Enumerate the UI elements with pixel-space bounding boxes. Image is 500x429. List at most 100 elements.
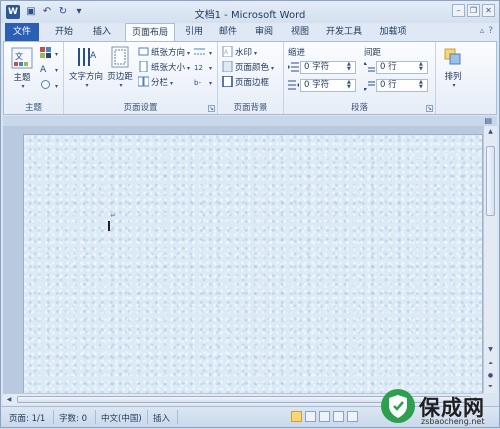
minimize-icon[interactable]: –	[452, 4, 465, 17]
spacing-before-field[interactable]: 0 行 ▲ ▼	[376, 61, 428, 74]
group-page-setup: A 文字方向 ▾ 页边距 ▾ 纸张方向 ▾ 纸张大小 ▾ 分栏 ▾ ▾ 12 ▾…	[64, 42, 218, 114]
spacing-after-icon	[364, 81, 375, 91]
group-paragraph-label: 段落	[350, 103, 368, 113]
help-icon[interactable]: ?	[488, 26, 493, 36]
hyphenation-icon: b-	[194, 79, 201, 87]
page-color-icon	[222, 61, 233, 72]
web-layout-icon[interactable]	[319, 411, 330, 422]
vertical-scrollbar[interactable]: ▲ ▼ ⏶ ● ⏷	[483, 126, 497, 393]
svg-text:文: 文	[15, 51, 23, 61]
theme-fonts-icon: A	[40, 65, 47, 74]
status-separator	[177, 410, 178, 424]
tab-home[interactable]: 开始	[47, 23, 81, 41]
scroll-up-icon[interactable]: ▲	[484, 126, 497, 138]
ruler-toggle-icon[interactable]: ▤	[484, 116, 492, 125]
tab-references[interactable]: 引用	[179, 23, 209, 41]
status-page[interactable]: 页面: 1/1	[9, 412, 45, 424]
text-direction-button[interactable]: A 文字方向 ▾	[68, 46, 104, 89]
minimize-ribbon-icon[interactable]: ▵	[480, 26, 485, 36]
indent-right-spinner-icon[interactable]: ▲ ▼	[347, 80, 354, 90]
indent-right-field[interactable]: 0 字符 ▲ ▼	[300, 79, 356, 92]
window-title: 文档1 - Microsoft Word	[194, 10, 306, 21]
text-direction-icon: A	[78, 48, 97, 66]
themes-icon: 文	[11, 47, 33, 69]
margins-label: 页边距	[107, 72, 133, 82]
status-insert-mode[interactable]: 插入	[153, 412, 170, 424]
close-icon[interactable]: ✕	[482, 4, 495, 17]
vertical-scroll-thumb[interactable]	[486, 146, 495, 216]
themes-dropdown-icon: ▾	[21, 83, 25, 90]
size-button[interactable]: 纸张大小 ▾	[138, 61, 190, 74]
arrange-dropdown-icon: ▾	[452, 82, 456, 89]
document-page[interactable]: ↵	[23, 134, 483, 393]
theme-fonts-button[interactable]: A ▾	[40, 63, 58, 76]
theme-effects-button[interactable]: ▾	[40, 79, 58, 92]
tab-developer[interactable]: 开发工具	[321, 23, 367, 41]
arrange-icon	[444, 48, 461, 65]
hyphenation-button[interactable]: b- ▾	[194, 76, 212, 89]
columns-button[interactable]: 分栏 ▾	[138, 76, 173, 89]
full-screen-reading-icon[interactable]	[305, 411, 316, 422]
paragraph-launcher-icon[interactable]: ↘	[426, 105, 433, 112]
watermark-button[interactable]: A 水印 ▾	[222, 46, 257, 59]
text-cursor	[108, 221, 110, 231]
tab-insert[interactable]: 插入	[85, 23, 119, 41]
status-separator	[95, 410, 96, 424]
spacing-after-field[interactable]: 0 行 ▲ ▼	[376, 79, 428, 92]
breaks-button[interactable]: ▾	[194, 46, 212, 59]
orientation-label: 纸张方向	[151, 48, 186, 58]
theme-colors-button[interactable]: ▾	[40, 47, 58, 60]
page-color-button[interactable]: 页面颜色 ▾	[222, 61, 274, 74]
line-numbers-icon: 12	[194, 64, 203, 72]
spacing-after-spinner-icon[interactable]: ▲ ▼	[419, 80, 426, 90]
draft-icon[interactable]	[347, 411, 358, 422]
line-numbers-button[interactable]: 12 ▾	[194, 61, 212, 74]
spacing-label: 间距	[364, 48, 382, 58]
tab-review[interactable]: 审阅	[249, 23, 279, 41]
scroll-left-icon[interactable]: ◀	[3, 394, 15, 405]
tab-page-layout[interactable]: 页面布局	[125, 23, 175, 42]
ribbon-controls: ▵ ?	[480, 26, 493, 36]
scroll-down-icon[interactable]: ▼	[484, 344, 497, 356]
text-direction-dropdown-icon: ▾	[85, 82, 89, 89]
size-label: 纸张大小	[151, 63, 186, 73]
tab-addins[interactable]: 加载项	[373, 23, 413, 41]
outline-icon[interactable]	[333, 411, 344, 422]
page-borders-icon	[222, 76, 233, 87]
view-buttons	[291, 411, 358, 422]
margins-icon	[111, 46, 129, 68]
indent-left-spinner-icon[interactable]: ▲ ▼	[347, 62, 354, 72]
theme-colors-icon	[40, 47, 51, 58]
status-language[interactable]: 中文(中国)	[101, 412, 142, 424]
ribbon: 文 主题 ▾ ▾ A ▾ ▾ 主题 A 文字方向 ▾ 页边距 ▾ 纸张方向 ▾ …	[3, 41, 497, 115]
spacing-after-value: 0 行	[380, 80, 397, 90]
page-borders-button[interactable]: 页面边框	[222, 76, 269, 89]
prev-page-icon[interactable]: ⏶	[484, 358, 497, 370]
svg-text:12: 12	[194, 64, 203, 72]
arrange-label: 排列	[444, 72, 462, 82]
columns-label: 分栏	[151, 78, 169, 88]
tab-mailings[interactable]: 邮件	[213, 23, 243, 41]
orientation-icon	[138, 47, 149, 56]
restore-icon[interactable]: ❐	[467, 4, 480, 17]
margins-button[interactable]: 页边距 ▾	[106, 46, 134, 89]
arrange-button[interactable]: 排列 ▾	[440, 46, 466, 89]
columns-icon	[138, 76, 149, 87]
spacing-before-icon	[364, 62, 375, 72]
orientation-button[interactable]: 纸张方向 ▾	[138, 46, 190, 59]
group-themes-label: 主题	[24, 103, 42, 113]
themes-button[interactable]: 文 主题 ▾	[10, 47, 34, 90]
tab-view[interactable]: 视图	[285, 23, 315, 41]
title-bar: W ▣ ↶ ↻ ▾ 文档1 - Microsoft Word – ❐ ✕	[1, 1, 499, 23]
group-page-background-label: 页面背景	[233, 103, 268, 113]
print-layout-icon[interactable]	[291, 411, 302, 422]
group-arrange: 排列 ▾	[436, 42, 470, 114]
theme-effects-icon	[41, 80, 50, 89]
status-words[interactable]: 字数: 0	[59, 412, 87, 424]
text-direction-label: 文字方向	[68, 72, 103, 82]
group-paragraph: 缩进 间距 0 字符 ▲ ▼ 0 字符 ▲ ▼ 0 行 ▲ ▼ 0 行 ▲ ▼ 段落 ↘	[284, 42, 436, 114]
page-setup-launcher-icon[interactable]: ↘	[208, 105, 215, 112]
spacing-before-spinner-icon[interactable]: ▲ ▼	[419, 62, 426, 72]
tab-file[interactable]: 文件	[5, 23, 39, 41]
indent-left-field[interactable]: 0 字符 ▲ ▼	[300, 61, 356, 74]
